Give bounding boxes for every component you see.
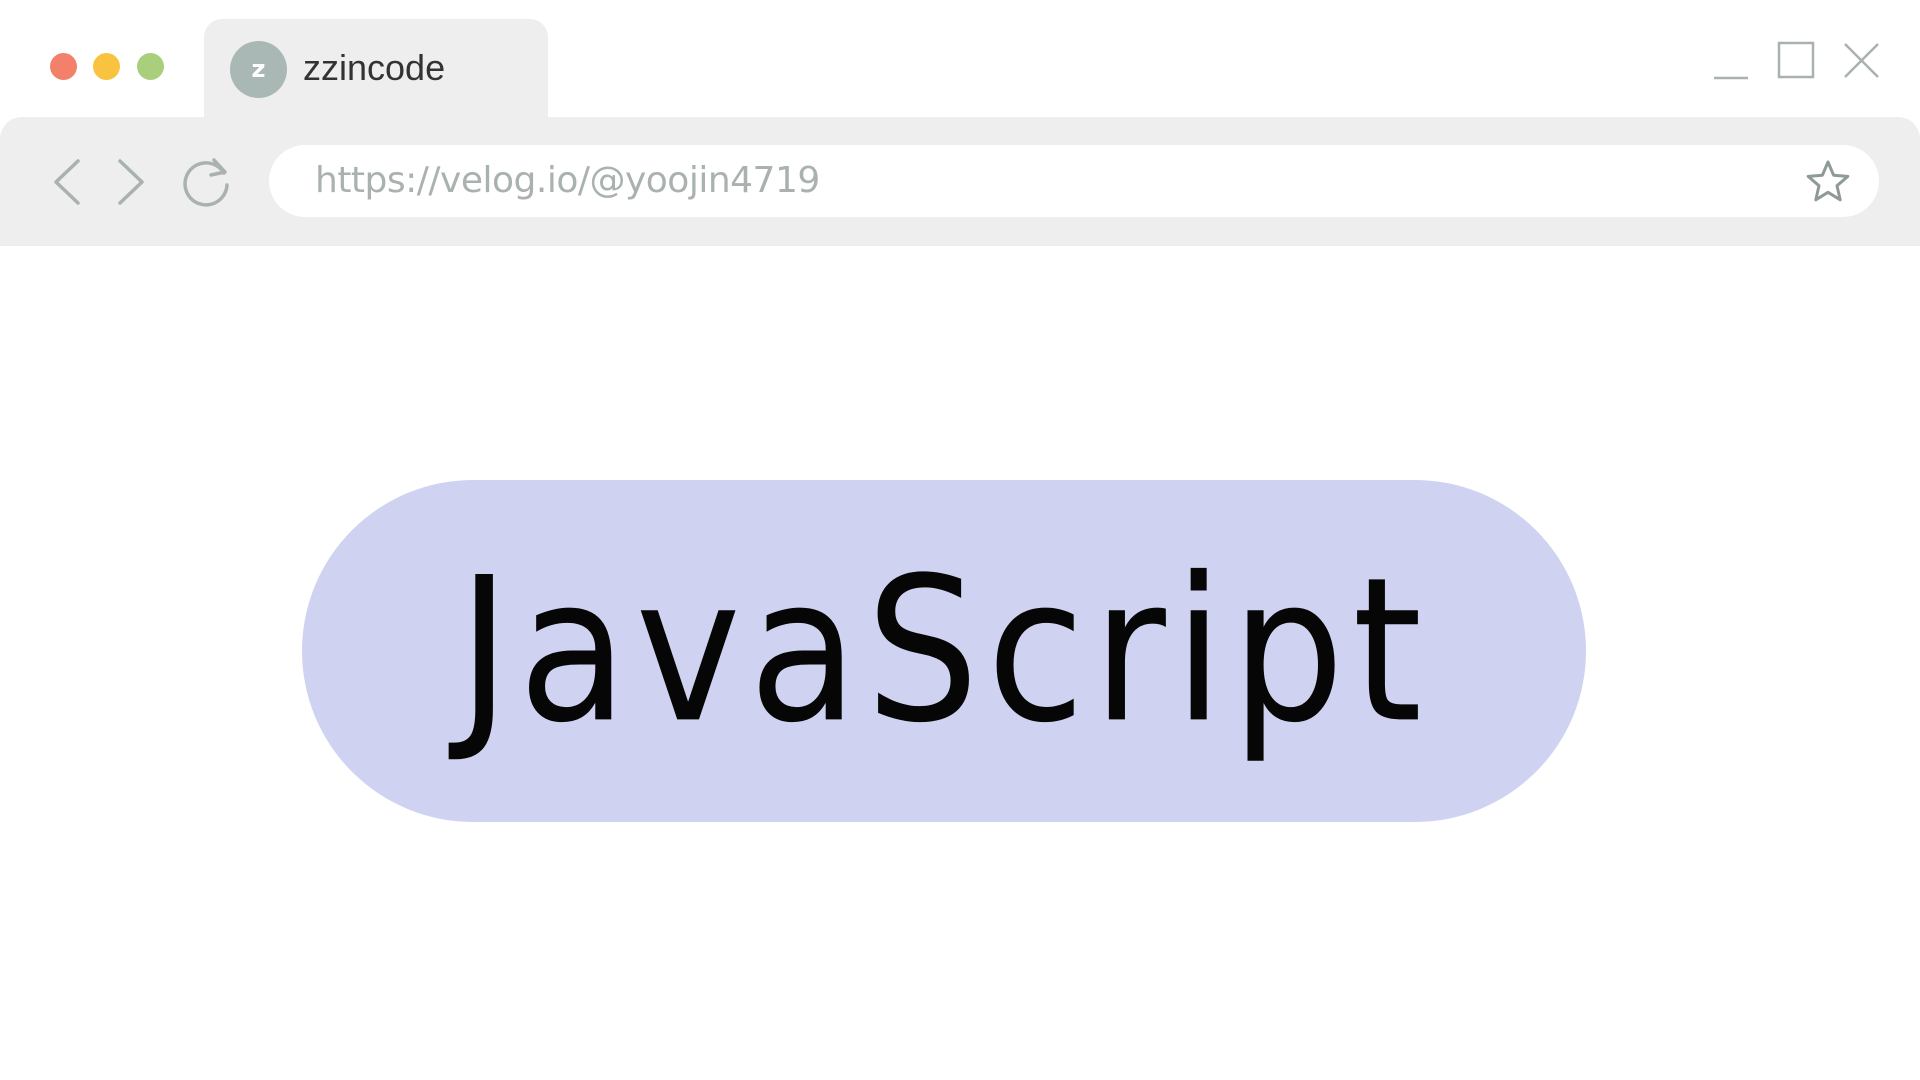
maximize-icon[interactable] — [1777, 40, 1817, 80]
close-icon[interactable] — [1842, 40, 1882, 80]
bookmark-star-icon[interactable] — [1805, 159, 1851, 205]
javascript-badge: JavaScript — [302, 480, 1586, 822]
tab-title: zzincode — [303, 47, 446, 88]
traffic-close-button[interactable] — [50, 53, 77, 80]
browser-tab[interactable]: z zzincode — [204, 19, 548, 124]
reload-button[interactable] — [178, 155, 234, 209]
traffic-zoom-button[interactable] — [137, 53, 164, 80]
forward-button[interactable] — [104, 155, 154, 209]
page-content: JavaScript — [0, 246, 1920, 1080]
tab-favicon-avatar: z — [230, 41, 287, 98]
address-bar[interactable]: https://velog.io/@yoojin4719 — [269, 145, 1879, 217]
traffic-minimize-button[interactable] — [93, 53, 120, 80]
chevron-right-icon — [104, 155, 154, 209]
url-text[interactable]: https://velog.io/@yoojin4719 — [315, 159, 820, 203]
minimize-icon[interactable] — [1712, 40, 1752, 80]
browser-toolbar: https://velog.io/@yoojin4719 — [0, 117, 1920, 246]
browser-window: z zzincode https://velog.io/@yoojin4719 … — [0, 0, 1920, 1080]
title-bar: z zzincode — [0, 0, 1920, 124]
chevron-left-icon — [44, 155, 94, 209]
reload-icon — [178, 155, 234, 209]
badge-label: JavaScript — [457, 534, 1431, 767]
back-button[interactable] — [44, 155, 94, 209]
